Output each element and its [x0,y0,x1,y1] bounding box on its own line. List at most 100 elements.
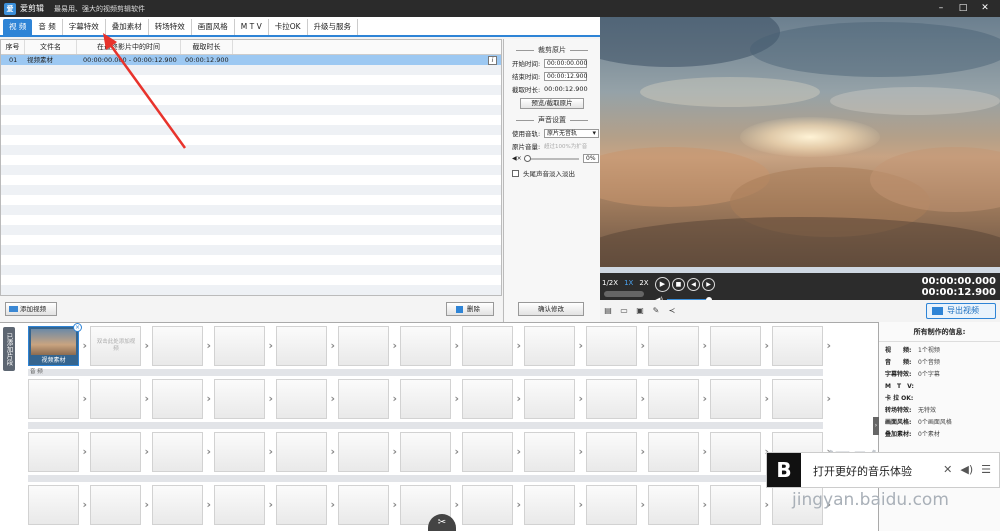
empty-slot[interactable] [772,326,831,366]
fade-checkbox[interactable] [512,169,519,177]
popup-list-icon[interactable]: ☰ [981,463,991,476]
tab-picture-style[interactable]: 画面风格 [192,19,235,35]
empty-slot[interactable] [710,379,769,419]
volume-slider-handle[interactable] [524,154,531,162]
empty-slot[interactable] [648,432,707,472]
empty-slot[interactable] [214,485,273,525]
prev-frame-icon[interactable]: ◀ [687,278,700,291]
tab-video[interactable]: 视 频 [3,19,33,35]
empty-slot[interactable] [214,326,273,366]
empty-slot[interactable] [28,379,87,419]
volume-slider[interactable] [524,154,579,162]
empty-slot[interactable] [276,379,335,419]
empty-slot[interactable] [524,432,583,472]
empty-slot[interactable] [152,326,211,366]
share-icon[interactable]: ≺ [664,306,680,316]
empty-slot[interactable] [524,379,583,419]
end-time-input[interactable]: 00:00:12.900 [544,71,587,81]
new-project-icon[interactable]: ▣ [632,306,648,316]
empty-slot[interactable] [152,432,211,472]
maximize-button[interactable]: □ [952,0,974,17]
column-header-filename[interactable]: 文件名 [25,40,77,54]
open-folder-icon[interactable]: ▭ [616,306,632,316]
confirm-changes-button[interactable]: 确认修改 [518,302,584,316]
empty-slot[interactable] [462,326,521,366]
column-header-time[interactable]: 在最终影片中的时间 [77,40,181,54]
empty-slot[interactable] [710,326,769,366]
empty-slot[interactable] [586,326,645,366]
tab-mtv[interactable]: M T V [235,19,269,35]
popup-close-icon[interactable]: ✕ [943,463,952,476]
tab-audio[interactable]: 音 频 [32,19,63,35]
empty-slot[interactable] [338,485,397,525]
start-time-input[interactable]: 00:00:00.000 [544,58,587,68]
empty-slot[interactable] [586,379,645,419]
empty-slot[interactable] [28,432,87,472]
speed-slider[interactable] [604,291,644,297]
video-clip-slot[interactable]: 视频素材 × [28,323,87,366]
empty-slot[interactable] [586,485,645,525]
empty-slot[interactable] [524,326,583,366]
empty-slot[interactable] [524,485,583,525]
tab-upgrade-service[interactable]: 升级与服务 [308,19,359,35]
preview-clip-button[interactable]: 预览/截取原片 [520,98,584,109]
empty-slot[interactable] [276,326,335,366]
export-video-button[interactable]: 导出视频 [926,303,996,319]
empty-slot[interactable] [338,432,397,472]
empty-slot[interactable] [338,326,397,366]
empty-slot[interactable] [648,379,707,419]
empty-slot[interactable] [276,485,335,525]
speed-2x[interactable]: 2X [639,279,648,287]
empty-slot[interactable] [338,379,397,419]
add-video-slot[interactable]: 双击此处添加视频 [90,326,149,366]
empty-slot[interactable] [586,432,645,472]
minimize-button[interactable]: – [930,0,952,17]
empty-slot[interactable] [648,326,707,366]
popup-volume-icon[interactable]: ◀) [960,463,973,476]
empty-slot[interactable] [400,379,459,419]
empty-slot[interactable] [214,432,273,472]
tab-overlay-material[interactable]: 叠加素材 [106,19,149,35]
empty-slot[interactable] [400,432,459,472]
column-header-index[interactable]: 序号 [1,40,25,54]
playback-progress-bar[interactable] [600,267,1000,273]
empty-slot[interactable] [462,379,521,419]
tab-karaoke[interactable]: 卡拉OK [269,19,308,35]
empty-slot[interactable] [152,485,211,525]
next-frame-icon[interactable]: ▶ [702,278,715,291]
speed-half[interactable]: 1/2X [602,279,618,287]
empty-slot[interactable] [462,485,521,525]
empty-slot[interactable] [648,485,707,525]
edit-icon[interactable]: ✎ [648,306,664,316]
close-button[interactable]: ✕ [974,0,996,17]
table-row[interactable]: 01 视频素材 00:00:00.000 - 00:00:12.900 00:0… [1,55,501,65]
tab-subtitle-effects[interactable]: 字幕特效 [63,19,106,35]
empty-slot[interactable] [90,485,149,525]
delete-button[interactable]: 删除 [446,302,494,316]
empty-slot[interactable] [152,379,211,419]
info-icon[interactable]: i [488,56,497,65]
empty-slot[interactable] [710,485,769,525]
empty-slot[interactable] [772,379,831,419]
empty-slot[interactable] [710,432,769,472]
empty-slot[interactable] [462,432,521,472]
empty-slot[interactable] [214,379,273,419]
remove-clip-icon[interactable]: × [73,323,82,332]
empty-slot[interactable] [276,432,335,472]
tab-transition-effects[interactable]: 转场特效 [149,19,192,35]
play-icon[interactable]: ▶ [655,277,670,292]
audio-track-select[interactable]: 原片无音轨 [544,128,599,138]
empty-slot[interactable] [90,432,149,472]
speed-1x[interactable]: 1X [624,279,633,287]
add-video-button[interactable]: 添加视频 [5,302,57,316]
save-icon[interactable]: ▤ [600,306,616,316]
video-preview[interactable] [600,17,1000,267]
volume-value-input[interactable]: 0% [583,154,599,163]
empty-slot[interactable] [28,485,87,525]
table-row [1,195,501,205]
stop-icon[interactable]: ■ [672,278,685,291]
empty-slot[interactable] [90,379,149,419]
column-header-duration[interactable]: 截取时长 [181,40,233,54]
collapse-panel-icon[interactable]: › [873,417,879,435]
empty-slot[interactable] [400,326,459,366]
